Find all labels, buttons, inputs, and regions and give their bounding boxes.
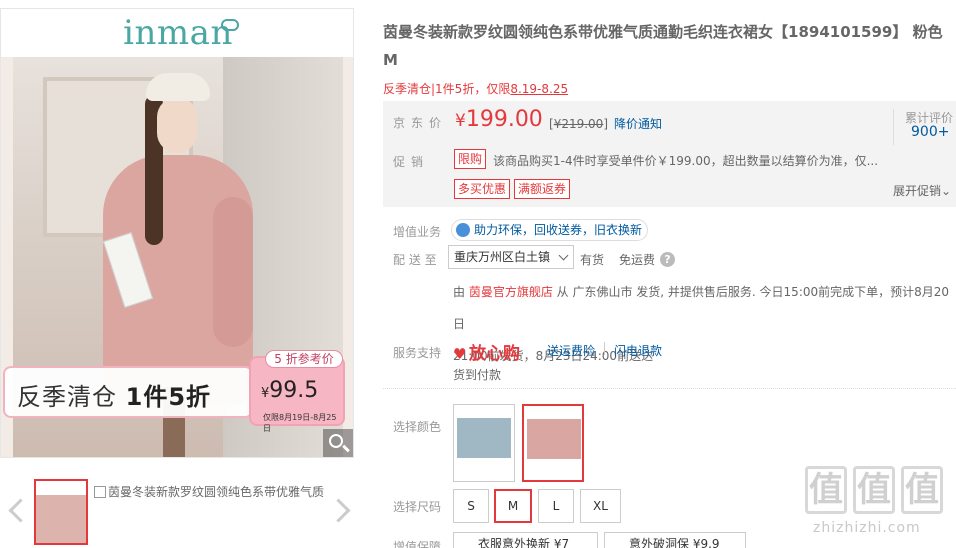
promo-headline-prefix: 反季清仓 [17,383,126,411]
subtitle-prefix: 反季清仓|1件5折，仅限 [383,82,511,96]
divider [893,109,894,145]
promo-tag-multibuy[interactable]: 多买优惠 [454,179,511,199]
value-added-label: 增值业务 [393,225,442,239]
original-price: [¥219.00] [549,117,608,131]
color-label: 选择颜色 [393,420,442,434]
support-label: 服务支持 [393,346,442,360]
magnifier-icon [329,434,343,448]
chevron-down-icon: ⌄ [941,184,952,198]
review-count-link[interactable]: 900+ [911,124,949,140]
stock-status: 有货 [580,253,605,267]
brand-logo: inman [123,13,233,53]
product-page: inman 反季清仓 1件5折 5 折参考价 ¥99.5 仅限8月19日-8月2… [0,0,956,548]
color-option-blue[interactable] [453,404,515,482]
promo-tag-limit[interactable]: 限购 [454,149,487,169]
cash-on-delivery: 货到付款 [453,368,502,382]
promo-headline-bold: 1件5折 [125,383,212,411]
price-number: 199.00 [465,107,543,132]
free-shipping-text: 免运费 [619,253,656,267]
promo-price: ¥99.5 [261,378,318,403]
model-face [157,97,197,153]
price-panel: 京东价 ¥199.00 [¥219.00] 降价通知 累计评价 900+ 促销 … [383,101,956,207]
address-selector[interactable]: 重庆万州区白土镇 [448,245,574,269]
warranty-label: 增值保障 [393,540,442,548]
promo-price-box: 5 折参考价 ¥99.5 仅限8月19日-8月25日 [249,350,345,433]
thumbnail-broken-image[interactable]: 茵曼冬装新款罗纹圆领纯色系带优雅气质 [94,483,324,499]
freight-insurance-link[interactable]: 送运费险 [547,342,595,359]
recycle-service-chip[interactable]: 助力环保，回收送券，旧衣换新 [451,219,648,241]
price-currency: ¥ [455,111,466,131]
size-option-m[interactable]: M [494,489,532,523]
product-gallery[interactable]: inman 反季清仓 1件5折 5 折参考价 ¥99.5 仅限8月19日-8月2… [0,8,354,458]
broken-image-icon [94,486,106,498]
ship-to-label: 配 送 至 [393,253,437,267]
fast-refund-link[interactable]: 闪电退款 [614,342,662,359]
size-option-l[interactable]: L [538,489,574,523]
section-divider [383,388,956,389]
thumb-prev-arrow-icon[interactable] [4,496,24,528]
shipping-line-1: 由 茵曼官方旗舰店 从 广东佛山市 发货, 并提供售后服务. 今日15:00前完… [453,276,956,340]
promo-tag-coupon[interactable]: 满额返券 [514,179,571,199]
product-subtitle: 反季清仓|1件5折，仅限8.19-8.25 [383,80,568,97]
warranty-option-hole[interactable]: 意外破洞保 ¥9.9 [604,532,746,548]
thumbnail-selected[interactable] [34,479,88,545]
thumbnail-alt-text: 茵曼冬装新款罗纹圆领纯色系带优雅气质 [108,485,324,499]
model-beret [146,73,210,101]
watermark-text: zhizhizhi.com [813,520,921,536]
promo-headline: 反季清仓 1件5折 [17,377,211,412]
expand-promo-label: 展开促销 [893,184,942,198]
watermark-glyph: 值 [853,466,895,514]
watermark-glyph: 值 [901,466,943,514]
ship-prefix: 由 [453,285,469,299]
recycle-icon [456,223,470,237]
size-option-s[interactable]: S [453,489,489,523]
expand-promo-button[interactable]: 展开促销⌄ [893,182,951,199]
color-option-pink[interactable] [522,404,584,482]
subtitle-date-link[interactable]: 8.19-8.25 [510,82,568,96]
recycle-service-text: 助力环保，回收送券，旧衣换新 [474,223,643,237]
price-label: 京东价 [393,116,448,130]
promo-description: 该商品购买1-4件时享受单件价￥199.00，超出数量以结算价为准，仅... [493,154,879,168]
heart-icon: ♥ [453,345,467,363]
thumb-next-arrow-icon[interactable] [330,496,350,528]
color-swatch-image [527,409,581,479]
cloud-icon [221,19,239,31]
brand-bar: inman [1,9,353,57]
size-label: 选择尺码 [393,500,442,514]
orig-bracket-close: ] [603,117,608,131]
fangxin-badge[interactable]: ♥ 放心购 [453,339,520,364]
model-arm [213,197,253,347]
help-icon[interactable]: ? [660,252,675,267]
shipping-info: 由 茵曼官方旗舰店 从 广东佛山市 发货, 并提供售后服务. 今日15:00前完… [453,276,956,372]
current-price: ¥199.00 [455,107,543,132]
fangxin-text: 放心购 [469,344,520,364]
address-value: 重庆万州区白土镇 [454,250,551,264]
orig-price-value: ¥219.00 [553,117,604,131]
size-option-xl[interactable]: XL [580,489,621,523]
shop-link[interactable]: 茵曼官方旗舰店 [469,285,553,299]
promo-banner: 反季清仓 1件5折 5 折参考价 ¥99.5 仅限8月19日-8月25日 [3,350,351,433]
promo-headline-box: 反季清仓 1件5折 [3,366,253,418]
warranty-option-replace[interactable]: 衣服意外换新 ¥7 [453,532,598,548]
promo-label: 促销 [393,155,430,169]
watermark-glyph: 值 [805,466,847,514]
shipping-line-2: 21:00前发货，8月23日24:00前送达 [453,349,654,363]
site-watermark: 值 值 值 zhizhizhi.com [805,466,955,548]
color-swatch-image [457,408,511,478]
promo-tag: 5 折参考价 [265,350,343,368]
price-drop-notify-link[interactable]: 降价通知 [614,115,662,132]
chevron-down-icon [558,250,569,261]
magnifier-handle [342,444,350,453]
divider [604,342,605,355]
zoom-button[interactable] [323,429,353,457]
promo-price-value: 99.5 [269,378,319,403]
product-title: 茵曼冬装新款罗纹圆领纯色系带优雅气质通勤毛织连衣裙女【1894101599】 粉… [383,23,943,69]
